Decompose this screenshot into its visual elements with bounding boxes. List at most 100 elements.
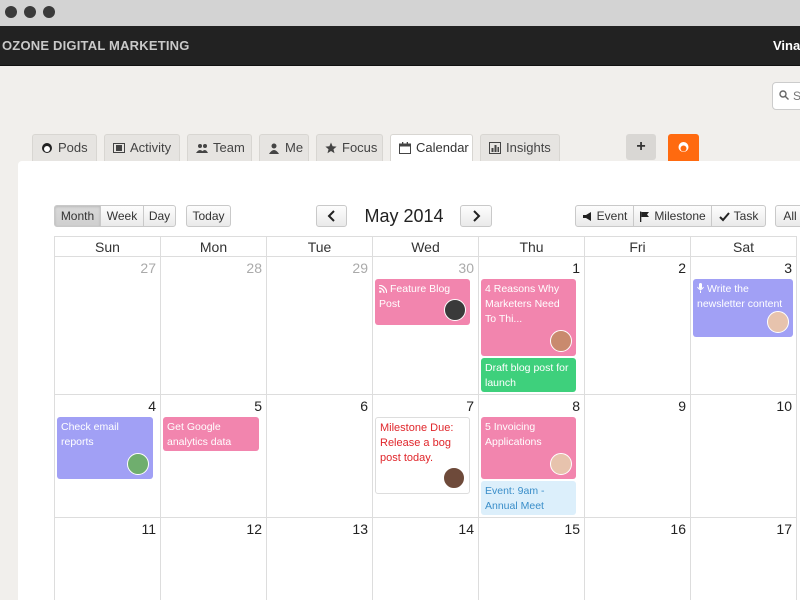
chevron-left-icon	[327, 210, 335, 222]
check-icon	[718, 212, 730, 222]
event-annual-meet[interactable]: Event: 9am - Annual Meet	[481, 481, 576, 515]
avatar	[127, 453, 149, 475]
today-button[interactable]: Today	[186, 205, 231, 227]
user-name[interactable]: Vinay	[773, 38, 800, 53]
add-event-label: Event	[596, 209, 628, 223]
event-newsletter[interactable]: Write the newsletter content	[693, 279, 793, 337]
day-number: 10	[776, 398, 792, 414]
flag-icon	[640, 211, 650, 222]
tab-team[interactable]: Team	[187, 134, 252, 161]
add-tab-button[interactable]: +	[626, 134, 656, 160]
event-title: Event: 9am - Annual Meet	[485, 485, 545, 512]
day-cell[interactable]: 13	[267, 518, 373, 600]
event-title: Check email reports	[61, 421, 119, 448]
day-view-button[interactable]: Day	[143, 205, 176, 227]
event-title: 5 Invoicing Applications	[485, 421, 542, 448]
day-number: 7	[466, 398, 474, 414]
event-check-email[interactable]: Check email reports	[57, 417, 153, 479]
day-number: 15	[564, 521, 580, 537]
brand-name[interactable]: OZONE DIGITAL MARKETING	[2, 38, 190, 53]
day-cell[interactable]: 5	[161, 395, 267, 518]
day-number: 30	[458, 260, 474, 276]
add-task-button[interactable]: Task	[711, 205, 766, 227]
avatar	[550, 453, 572, 475]
event-title: Feature Blog Post	[379, 283, 451, 310]
event-draft[interactable]: Draft blog post for launch	[481, 358, 576, 392]
day-number: 12	[246, 521, 262, 537]
tab-pods[interactable]: Pods	[32, 134, 97, 161]
day-cell[interactable]: 29	[267, 257, 373, 395]
tab-activity[interactable]: Activity	[104, 134, 180, 161]
day-number: 11	[141, 521, 156, 537]
tab-focus[interactable]: Focus	[316, 134, 383, 161]
day-number: 17	[776, 521, 792, 537]
day-cell[interactable]: 27	[54, 257, 161, 395]
event-title: Write the newsletter content	[697, 283, 783, 310]
day-cell[interactable]: 16	[585, 518, 691, 600]
add-task-label: Task	[733, 209, 759, 223]
add-milestone-label: Milestone	[654, 209, 706, 223]
minimize-window-icon[interactable]	[24, 6, 36, 18]
day-cell[interactable]: 6	[267, 395, 373, 518]
maximize-window-icon[interactable]	[43, 6, 55, 18]
avatar	[444, 299, 466, 321]
search-box[interactable]	[772, 82, 800, 110]
filter-all-button[interactable]: All	[775, 205, 800, 227]
milestone-release[interactable]: Milestone Due: Release a bog post today.	[375, 417, 470, 494]
close-window-icon[interactable]	[5, 6, 17, 18]
day-number: 13	[352, 521, 368, 537]
day-number: 28	[246, 260, 262, 276]
search-input[interactable]	[793, 88, 800, 104]
day-cell[interactable]: 15	[479, 518, 585, 600]
tab-calendar[interactable]: Calendar	[390, 134, 473, 162]
tab-focus-label: Focus	[342, 140, 378, 155]
event-reasons[interactable]: 4 Reasons Why Marketers Need To Thi...	[481, 279, 576, 356]
day-cell[interactable]: 9	[585, 395, 691, 518]
day-cell[interactable]: 28	[161, 257, 267, 395]
week-view-button[interactable]: Week	[100, 205, 144, 227]
calendar-icon	[399, 142, 411, 154]
event-invoicing[interactable]: 5 Invoicing Applications	[481, 417, 576, 479]
weekday-header: Tue	[267, 236, 373, 257]
event-analytics[interactable]: Get Google analytics data	[163, 417, 259, 451]
month-title: May 2014	[364, 206, 444, 226]
bullhorn-icon	[582, 212, 591, 221]
app-header: OZONE DIGITAL MARKETING Vinay	[0, 26, 800, 66]
weekday-header: Sat	[691, 236, 797, 257]
tab-insights[interactable]: Insights	[480, 134, 560, 161]
add-milestone-button[interactable]: Milestone	[633, 205, 712, 227]
microphone-icon	[697, 283, 704, 293]
event-title: 4 Reasons Why Marketers Need To Thi...	[485, 283, 560, 325]
pod-icon	[678, 142, 689, 152]
add-event-button[interactable]: Event	[575, 205, 634, 227]
day-cell[interactable]: 17	[691, 518, 797, 600]
tab-me[interactable]: Me	[259, 134, 309, 161]
pod-switch-button[interactable]	[668, 134, 699, 161]
weekday-header: Sun	[54, 236, 161, 257]
day-number: 27	[140, 260, 156, 276]
avatar	[767, 311, 789, 333]
day-cell[interactable]: 14	[373, 518, 479, 600]
day-number: 5	[254, 398, 262, 414]
tab-team-label: Team	[213, 140, 245, 155]
weekday-header: Wed	[373, 236, 479, 257]
day-cell[interactable]: 10	[691, 395, 797, 518]
event-title: Draft blog post for launch	[485, 362, 569, 389]
day-cell[interactable]: 2	[585, 257, 691, 395]
user-icon	[269, 143, 279, 154]
next-month-button[interactable]	[460, 205, 492, 227]
month-view-button[interactable]: Month	[54, 205, 101, 227]
prev-month-button[interactable]	[316, 205, 347, 227]
chart-icon	[489, 142, 501, 154]
day-cell[interactable]: 12	[161, 518, 267, 600]
day-cell[interactable]: 11	[54, 518, 161, 600]
milestone-title: Milestone Due: Release a bog post today.	[380, 422, 454, 464]
search-icon	[779, 90, 789, 100]
day-cell[interactable]: 30	[373, 257, 479, 395]
avatar	[550, 330, 572, 352]
event-feature-blog[interactable]: Feature Blog Post	[375, 279, 470, 325]
day-number: 3	[784, 260, 792, 276]
window-titlebar	[0, 0, 800, 26]
tab-me-label: Me	[285, 140, 304, 155]
day-number: 6	[360, 398, 368, 414]
